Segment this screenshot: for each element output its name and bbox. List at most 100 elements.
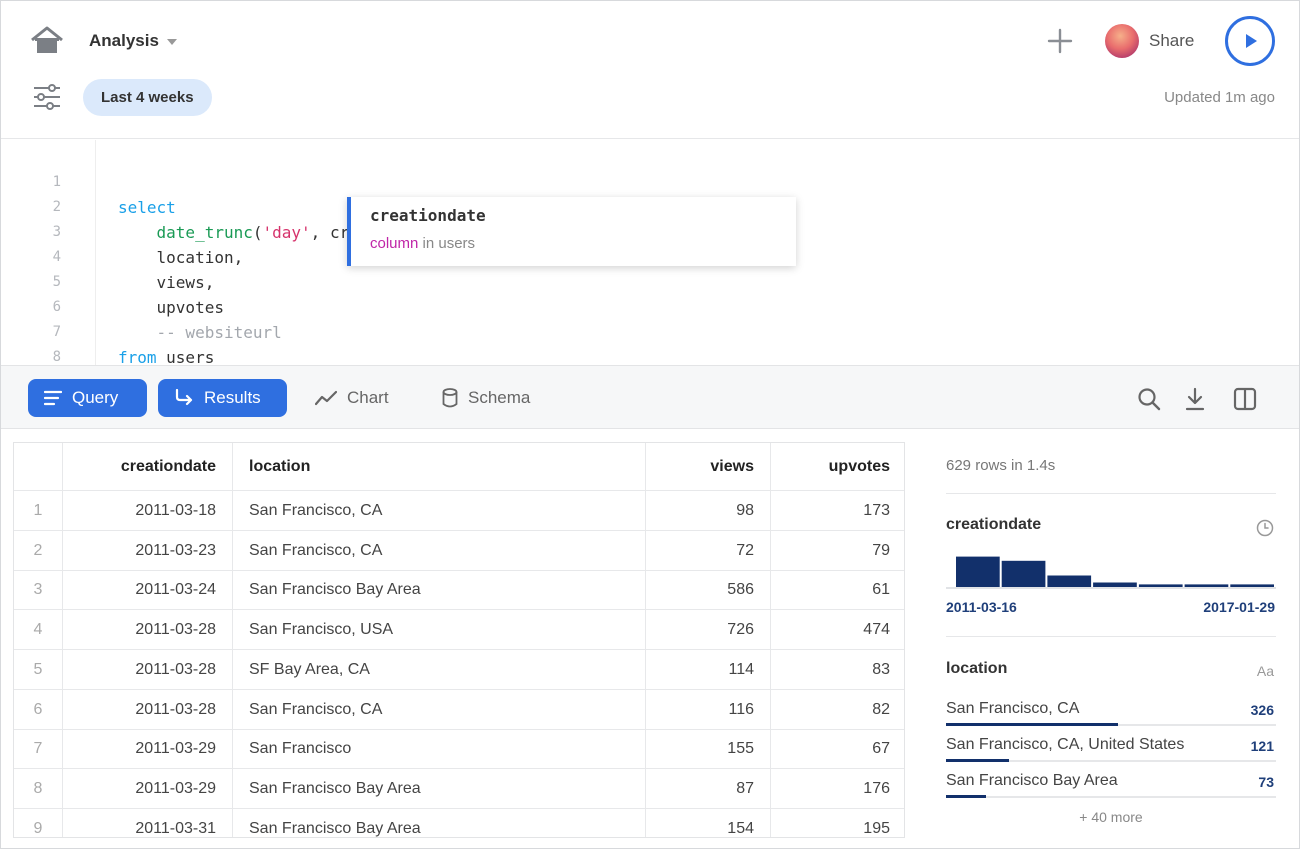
tab-query[interactable]: Query [28, 379, 147, 417]
cell-upvotes[interactable]: 474 [771, 610, 904, 650]
location-value-item[interactable]: San Francisco Bay Area 73 [946, 772, 1276, 808]
autocomplete-suggestion[interactable]: creationdate [370, 206, 486, 225]
cell-location[interactable]: San Francisco Bay Area [233, 808, 646, 837]
column-summary-panel: 629 rows in 1.4s creationdate 2011-03-16… [946, 441, 1276, 841]
cell-creationdate[interactable]: 2011-03-29 [63, 729, 233, 770]
code-line: 6 -- websiteurl [1, 270, 1299, 342]
table-row[interactable]: 1 2011-03-18 San Francisco, CA 98 173 [14, 491, 904, 531]
histogram-bar[interactable] [956, 556, 1000, 587]
show-more-link[interactable]: + 40 more [946, 809, 1276, 825]
cell-views[interactable]: 72 [646, 530, 771, 571]
cell-upvotes[interactable]: 79 [771, 531, 904, 571]
autocomplete-popup[interactable]: creationdate column in users [347, 197, 796, 266]
table-row[interactable]: 2 2011-03-23 San Francisco, CA 72 79 [14, 530, 904, 571]
location-summary-title: location [946, 660, 1008, 677]
cell-creationdate[interactable]: 2011-03-23 [63, 530, 233, 571]
search-icon[interactable] [1136, 386, 1162, 412]
row-index-header [14, 443, 63, 491]
row-index[interactable]: 5 [14, 649, 63, 690]
column-header[interactable]: location [233, 443, 646, 491]
run-button[interactable] [1225, 16, 1275, 66]
autocomplete-kind: column [370, 235, 419, 252]
row-index[interactable]: 3 [14, 570, 63, 611]
tab-chart[interactable]: Chart [299, 379, 405, 417]
cell-views[interactable]: 98 [646, 491, 771, 531]
tab-schema[interactable]: Schema [426, 379, 546, 417]
location-value-item[interactable]: San Francisco, CA, United States 121 [946, 736, 1276, 772]
row-index[interactable]: 2 [14, 530, 63, 571]
cell-upvotes[interactable]: 82 [771, 690, 904, 730]
row-index[interactable]: 9 [14, 808, 63, 837]
tab-results[interactable]: Results [158, 379, 287, 417]
play-icon [1246, 34, 1257, 48]
share-bar-track [946, 796, 1276, 798]
analysis-title-dropdown[interactable]: Analysis [89, 31, 177, 51]
sql-editor[interactable]: 1 select 2 date_trunc('day', creation) a… [1, 140, 1299, 365]
range-end: 2017-01-29 [1203, 599, 1275, 615]
cell-location[interactable]: SF Bay Area, CA [233, 649, 646, 690]
cell-creationdate[interactable]: 2011-03-31 [63, 808, 233, 837]
share-button[interactable]: Share [1149, 31, 1194, 51]
cell-location[interactable]: San Francisco Bay Area [233, 768, 646, 809]
cell-views[interactable]: 726 [646, 610, 771, 651]
cell-views[interactable]: 116 [646, 689, 771, 730]
histogram-bar[interactable] [1047, 575, 1092, 588]
plus-icon[interactable] [1045, 26, 1075, 56]
lines-icon [44, 390, 62, 406]
cell-upvotes[interactable]: 61 [771, 570, 904, 610]
cell-views[interactable]: 154 [646, 808, 771, 837]
cell-views[interactable]: 586 [646, 570, 771, 611]
location-value-count: 326 [1250, 702, 1274, 718]
cell-location[interactable]: San Francisco [233, 729, 646, 770]
cell-creationdate[interactable]: 2011-03-28 [63, 689, 233, 730]
cell-upvotes[interactable]: 67 [771, 729, 904, 769]
cell-location[interactable]: San Francisco, CA [233, 491, 646, 531]
filter-sliders-icon[interactable] [32, 83, 62, 111]
avatar[interactable] [1105, 24, 1139, 58]
cell-views[interactable]: 155 [646, 729, 771, 770]
column-header[interactable]: views [646, 443, 771, 491]
row-index[interactable]: 1 [14, 491, 63, 531]
cell-creationdate[interactable]: 2011-03-18 [63, 491, 233, 531]
table-row[interactable]: 4 2011-03-28 San Francisco, USA 726 474 [14, 610, 904, 651]
row-index[interactable]: 7 [14, 729, 63, 770]
table-row[interactable]: 5 2011-03-28 SF Bay Area, CA 114 83 [14, 649, 904, 690]
cell-creationdate[interactable]: 2011-03-29 [63, 768, 233, 809]
cell-views[interactable]: 114 [646, 649, 771, 690]
location-value-item[interactable]: San Francisco, CA 326 [946, 700, 1276, 736]
table-row[interactable]: 7 2011-03-29 San Francisco 155 67 [14, 729, 904, 770]
top-bar: Analysis Share Last 4 weeks Updated 1m a… [1, 1, 1299, 139]
cell-location[interactable]: San Francisco Bay Area [233, 570, 646, 611]
cell-location[interactable]: San Francisco, CA [233, 689, 646, 730]
cell-creationdate[interactable]: 2011-03-28 [63, 649, 233, 690]
cell-upvotes[interactable]: 173 [771, 491, 904, 531]
clock-icon [1256, 519, 1274, 537]
table-row[interactable]: 6 2011-03-28 San Francisco, CA 116 82 [14, 689, 904, 730]
cell-upvotes[interactable]: 176 [771, 769, 904, 809]
table-row[interactable]: 9 2011-03-31 San Francisco Bay Area 154 195 [14, 808, 904, 837]
cell-upvotes[interactable]: 195 [771, 809, 904, 837]
cell-location[interactable]: San Francisco, USA [233, 610, 646, 651]
location-value-name: San Francisco Bay Area [946, 772, 1118, 789]
table-row[interactable]: 3 2011-03-24 San Francisco Bay Area 586 61 [14, 570, 904, 611]
location-value-name: San Francisco, CA, United States [946, 736, 1185, 753]
code-line: 1 select [1, 145, 1299, 217]
row-index[interactable]: 4 [14, 610, 63, 651]
date-filter-chip[interactable]: Last 4 weeks [83, 79, 212, 116]
column-header[interactable]: upvotes [771, 443, 904, 491]
table-row[interactable]: 8 2011-03-29 San Francisco Bay Area 87 176 [14, 768, 904, 809]
cell-creationdate[interactable]: 2011-03-28 [63, 610, 233, 651]
cell-creationdate[interactable]: 2011-03-24 [63, 570, 233, 611]
cell-views[interactable]: 87 [646, 768, 771, 809]
home-icon[interactable] [29, 25, 65, 55]
download-icon[interactable] [1182, 386, 1208, 412]
histogram-bar[interactable] [1001, 560, 1046, 587]
database-icon [442, 388, 458, 408]
column-header[interactable]: creationdate [63, 443, 233, 491]
split-panel-icon[interactable] [1232, 386, 1258, 412]
row-index[interactable]: 8 [14, 768, 63, 809]
view-toolbar: Query Results Chart Schema [1, 365, 1299, 429]
row-index[interactable]: 6 [14, 689, 63, 730]
cell-location[interactable]: San Francisco, CA [233, 530, 646, 571]
cell-upvotes[interactable]: 83 [771, 650, 904, 690]
